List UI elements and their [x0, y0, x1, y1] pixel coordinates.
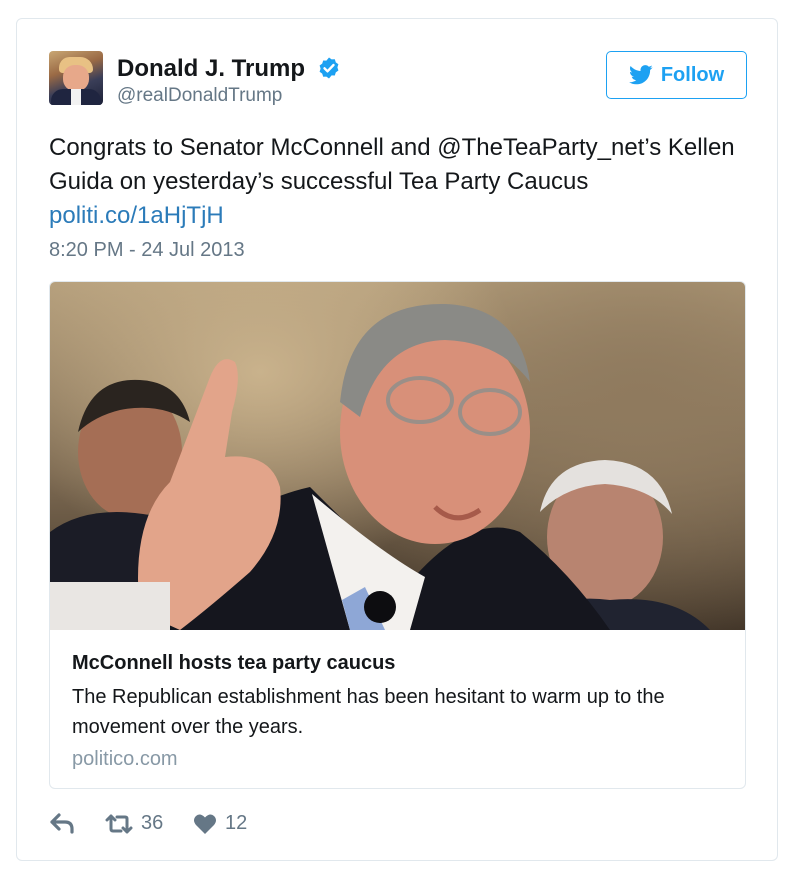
verified-icon — [319, 57, 339, 79]
avatar[interactable] — [49, 51, 103, 105]
display-name[interactable]: Donald J. Trump — [117, 55, 305, 83]
screen-name[interactable]: @realDonaldTrump — [117, 85, 282, 107]
avatar-face — [63, 65, 89, 91]
card-title: McConnell hosts tea party caucus — [72, 652, 396, 674]
avatar-shirt — [71, 89, 81, 105]
shirt-cuff — [50, 582, 170, 630]
twitter-bird-icon — [628, 65, 653, 85]
tweet-link[interactable]: politi.co/1aHjTjH — [49, 199, 224, 233]
tweet-text: Congrats to Senator McConnell and @TheTe… — [49, 134, 735, 195]
retweet-icon — [105, 814, 133, 833]
microphone — [364, 591, 396, 623]
like-count: 12 — [225, 812, 248, 834]
card-image — [50, 282, 745, 630]
link-card[interactable]: McConnell hosts tea party caucus The Rep… — [49, 281, 746, 789]
like-button[interactable]: 12 — [193, 812, 247, 835]
retweet-count: 36 — [141, 812, 164, 834]
heart-icon — [194, 814, 216, 834]
retweet-button[interactable]: 36 — [105, 812, 163, 835]
reply-icon — [50, 813, 74, 834]
tweet-card: Donald J. Trump @realDonaldTrump Follow … — [16, 18, 778, 861]
timestamp[interactable]: 8:20 PM - 24 Jul 2013 — [49, 237, 245, 263]
follow-button[interactable]: Follow — [606, 51, 747, 99]
card-photo-illustration — [50, 303, 710, 630]
follow-label: Follow — [660, 63, 725, 86]
reply-button[interactable] — [49, 812, 75, 834]
card-domain: politico.com — [72, 748, 178, 770]
card-description: The Republican establishment has been he… — [72, 686, 665, 738]
